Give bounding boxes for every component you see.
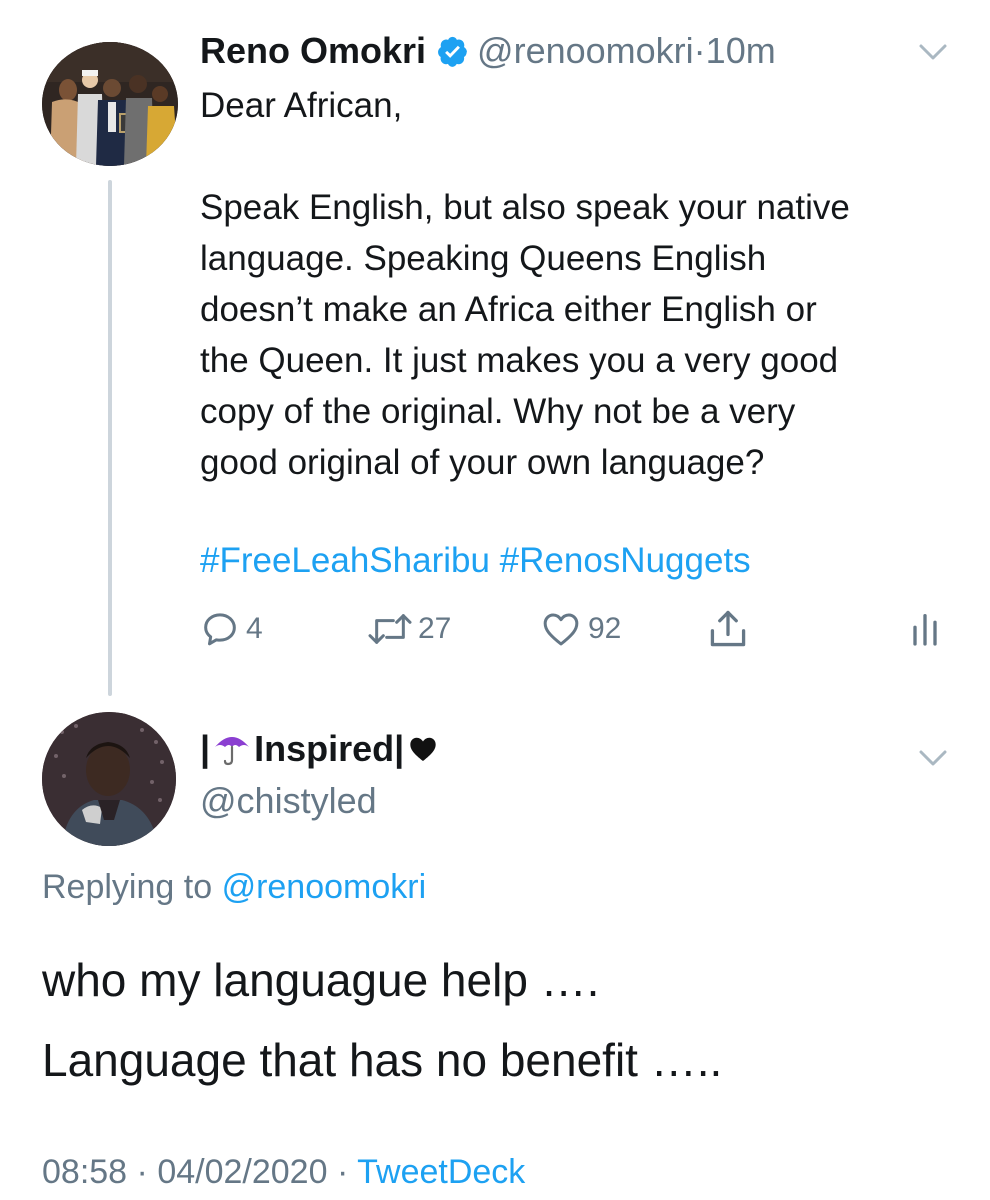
chevron-down-icon[interactable] [918, 748, 948, 768]
retweet-icon [368, 614, 412, 644]
chevron-down-icon[interactable] [918, 42, 948, 62]
reply-text-line: who my languague help …. [42, 954, 600, 1006]
analytics-icon [913, 614, 937, 646]
retweet-count: 27 [418, 612, 452, 645]
tweet-text-line: the Queen. It just makes you a very good [200, 341, 839, 380]
tweet-text-line: Speak English, but also speak your nativ… [200, 188, 850, 227]
tweet-text-line: copy of the original. Why not be a very [200, 392, 796, 431]
share-icon [710, 610, 746, 647]
replying-to-handle-link[interactable]: @renoomokri [222, 868, 427, 906]
hashtags: #FreeLeahSharibu #RenosNuggets [200, 538, 751, 584]
reply-user-handle[interactable]: @chistyled [200, 778, 377, 824]
thread-connector-line [108, 180, 112, 696]
tweet-time-ago[interactable]: 10m [706, 30, 776, 71]
reply-button[interactable]: 4 [200, 606, 263, 652]
display-name[interactable]: Reno Omokri [200, 30, 426, 71]
name-pipe: | [200, 728, 211, 769]
replying-to-line: Replying to @renoomokri [42, 864, 426, 910]
reply-display-name[interactable]: | Inspired| [200, 726, 440, 772]
like-count: 92 [588, 612, 622, 645]
analytics-button[interactable] [910, 606, 940, 652]
reply-count: 4 [246, 612, 263, 645]
tweet-time[interactable]: 08:58 [42, 1153, 127, 1191]
avatar-reno-omokri[interactable] [42, 42, 178, 166]
replying-to-label: Replying to [42, 868, 213, 906]
hashtag-link[interactable]: #FreeLeahSharibu [200, 541, 490, 580]
umbrella-emoji-icon [215, 737, 250, 766]
tweet-text-line: doesn’t make an Africa either English or [200, 290, 817, 329]
meta-separator: · [336, 1153, 349, 1191]
header-separator: · [693, 30, 706, 71]
tweet-text-line: good original of your own language? [200, 443, 765, 482]
share-button[interactable] [706, 606, 750, 652]
meta-separator: · [136, 1153, 148, 1191]
reply-icon [204, 613, 236, 646]
like-button[interactable]: 92 [540, 606, 621, 652]
tweet-metadata: 08:58 · 04/02/2020 · TweetDeck [42, 1150, 525, 1194]
hashtag-link[interactable]: #RenosNuggets [500, 541, 751, 580]
user-handle[interactable]: @renoomokri [477, 30, 694, 71]
reply-name-text: Inspired| [254, 728, 405, 769]
retweet-button[interactable]: 27 [364, 606, 451, 652]
tweet-text-line: language. Speaking Queens English [200, 239, 767, 278]
paragraph-break [200, 131, 980, 182]
tweet-header: Reno Omokri @renoomokri·10m [200, 28, 776, 74]
heart-icon [543, 613, 579, 646]
reply-tweet-text: who my languague help …. Language that h… [42, 940, 722, 1100]
reply-text-line: Language that has no benefit ….. [42, 1034, 723, 1086]
black-heart-emoji-icon [410, 737, 436, 761]
tweet-source-link[interactable]: TweetDeck [357, 1153, 525, 1191]
avatar-chistyled[interactable] [42, 712, 176, 846]
verified-badge-icon [438, 36, 467, 67]
tweet-date[interactable]: 04/02/2020 [157, 1153, 327, 1191]
tweet-text-line: Dear African, [200, 86, 403, 125]
tweet-text: Dear African, Speak English, but also sp… [200, 80, 980, 488]
